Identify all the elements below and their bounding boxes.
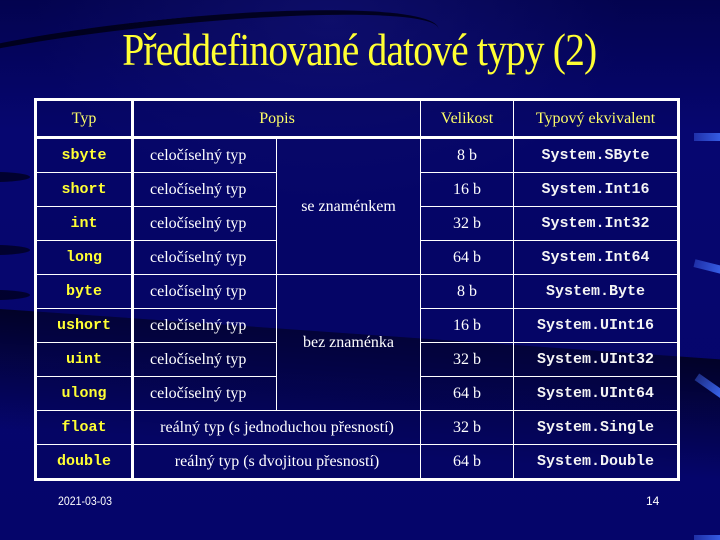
type-equivalent: System.Double — [513, 444, 680, 480]
type-description: celočíselný typ — [132, 308, 277, 343]
header-size: Velikost — [420, 99, 515, 139]
type-equivalent: System.Int32 — [513, 206, 680, 241]
table-row: byte celočíselný typ bez znaménka 8 b Sy… — [35, 274, 680, 411]
type-size: 8 b — [420, 137, 515, 173]
type-name: int — [35, 206, 134, 241]
type-size: 64 b — [420, 240, 515, 275]
table-row: float reálný typ (s jednoduchou přesnost… — [35, 410, 680, 445]
type-description: celočíselný typ — [132, 206, 277, 241]
type-equivalent: System.SByte — [513, 137, 680, 173]
type-equivalent: System.Int16 — [513, 172, 680, 207]
type-equivalent: System.Int64 — [513, 240, 680, 275]
type-equivalent: System.Byte — [513, 274, 680, 309]
type-equivalent: System.UInt16 — [513, 308, 680, 343]
type-equivalent: System.UInt64 — [513, 376, 680, 411]
data-types-table: Typ Popis Velikost Typový ekvivalent sby… — [34, 98, 681, 481]
type-name: double — [35, 444, 134, 480]
type-description: reálný typ (s dvojitou přesností) — [131, 444, 422, 480]
type-size: 64 b — [420, 376, 515, 411]
header-description: Popis — [131, 99, 422, 139]
type-name: ulong — [35, 376, 134, 411]
type-size: 32 b — [420, 342, 515, 377]
type-description: celočíselný typ — [132, 240, 277, 275]
type-size: 8 b — [420, 274, 515, 309]
header-type: Typ — [35, 99, 134, 139]
type-size: 32 b — [420, 206, 515, 241]
type-name: long — [35, 240, 134, 275]
type-description: celočíselný typ — [132, 172, 277, 207]
type-description: celočíselný typ — [132, 137, 277, 173]
header-equivalent: Typový ekvivalent — [513, 99, 680, 139]
type-name: float — [35, 410, 134, 445]
type-description: celočíselný typ — [132, 274, 277, 309]
type-name: short — [35, 172, 134, 207]
table-header-row: Typ Popis Velikost Typový ekvivalent — [35, 99, 680, 139]
type-name: sbyte — [35, 137, 134, 173]
type-name: ushort — [35, 308, 134, 343]
type-description: celočíselný typ — [132, 342, 277, 377]
table-row: sbyte celočíselný typ se znaménkem 8 b S… — [35, 137, 680, 275]
type-size: 16 b — [420, 308, 515, 343]
table-row: double reálný typ (s dvojitou přesností)… — [35, 444, 680, 480]
type-name: byte — [35, 274, 134, 309]
slide-title: Předdefinované datové typy (2) — [122, 24, 597, 75]
signed-group-label: se znaménkem — [275, 137, 422, 275]
type-size: 16 b — [420, 172, 515, 207]
slide-date: 2021-03-03 — [58, 494, 113, 508]
slide-page-number: 14 — [646, 494, 660, 508]
unsigned-group-label: bez znaménka — [275, 274, 422, 411]
type-name: uint — [35, 342, 134, 377]
type-size: 32 b — [420, 410, 515, 445]
type-size: 64 b — [420, 444, 515, 480]
type-description: celočíselný typ — [132, 376, 277, 411]
type-equivalent: System.Single — [513, 410, 680, 445]
type-equivalent: System.UInt32 — [513, 342, 680, 377]
type-description: reálný typ (s jednoduchou přesností) — [131, 410, 422, 445]
